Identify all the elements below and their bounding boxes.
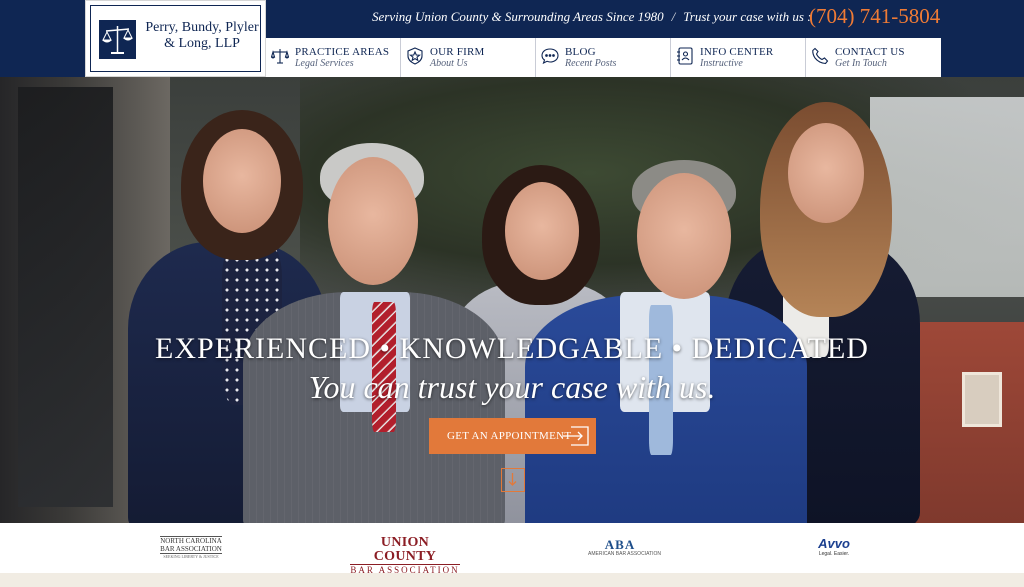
nav-item-title: OUR FIRM [430,46,485,58]
firm-name: Perry, Bundy, Plyler & Long, LLP [141,20,263,52]
ncba-motto: SEEKING LIBERTY & JUSTICE [163,554,219,559]
chat-bubble-icon [541,47,559,65]
nav-item-practice-areas[interactable]: PRACTICE AREAS Legal Services [266,38,401,77]
logo-frame: Perry, Bundy, Plyler & Long, LLP [90,5,261,72]
aba-mark: ABA [604,537,636,552]
get-appointment-button[interactable]: GET AN APPOINTMENT [429,418,596,454]
ncba-line2: BAR ASSOCIATION [160,545,222,554]
site-header: Perry, Bundy, Plyler & Long, LLP Serving… [0,0,1024,77]
firm-name-line1: Perry, Bundy, Plyler [145,20,259,35]
nav-item-title: INFO CENTER [700,46,774,58]
avvo-mark: Avvo [818,536,850,551]
nc-bar-association-logo[interactable]: NORTH CAROLINA BAR ASSOCIATION SEEKING L… [160,536,222,560]
firm-name-line2: & Long, LLP [164,36,240,51]
nav-item-title: PRACTICE AREAS [295,46,390,58]
tagline-text: Serving Union County & Surrounding Areas… [372,9,664,24]
nav-item-subtitle: Recent Posts [565,58,617,69]
nav-item-subtitle: Get In Touch [835,58,887,69]
scroll-down-button[interactable] [501,468,525,492]
contact-book-icon [676,47,694,65]
nav-item-subtitle: Instructive [700,58,743,69]
nav-item-contact-us[interactable]: CONTACT US Get In Touch [806,38,941,77]
nav-item-title: BLOG [565,46,596,58]
tagline-cta: Trust your case with us : [683,9,812,24]
hero-bg-window [18,87,113,507]
hero-headline: EXPERIENCED • KNOWLEDGABLE • DEDICATED [155,332,869,365]
phone-icon [811,47,829,65]
cta-label: GET AN APPOINTMENT [447,430,572,442]
affiliations-strip: NORTH CAROLINA BAR ASSOCIATION SEEKING L… [0,523,1024,575]
nav-item-blog[interactable]: BLOG Recent Posts [536,38,671,77]
nav-item-info-center[interactable]: INFO CENTER Instructive [671,38,806,77]
nav-item-our-firm[interactable]: OUR FIRM About Us [401,38,536,77]
firm-logo[interactable]: Perry, Bundy, Plyler & Long, LLP [85,0,266,77]
avvo-logo[interactable]: Avvo Legal. Easier. [812,537,856,558]
nav-item-subtitle: About Us [430,58,468,69]
main-nav: PRACTICE AREAS Legal Services OUR FIRM A… [266,38,941,77]
nav-item-subtitle: Legal Services [295,58,354,69]
scales-logo-icon [99,20,136,59]
union-county-bar-logo[interactable]: UNION COUNTY BAR ASSOCIATION [350,536,460,575]
arrow-down-icon [502,469,524,490]
page-bottom-band [0,573,1024,587]
ucba-line1: UNION COUNTY [373,535,437,564]
nav-item-title: CONTACT US [835,46,905,58]
badge-icon [406,47,424,65]
hero-subheadline: You can trust your case with us. [308,369,716,405]
avvo-tagline: Legal. Easier. [818,551,850,557]
scales-icon [271,47,289,65]
ncba-line1: NORTH CAROLINA [160,536,222,545]
arrow-right-icon [562,426,589,446]
hero-banner: EXPERIENCED • KNOWLEDGABLE • DEDICATED Y… [0,77,1024,523]
aba-name: AMERICAN BAR ASSOCIATION [588,551,661,557]
aba-logo[interactable]: ABA AMERICAN BAR ASSOCIATION [588,537,661,558]
tagline-separator: / [671,9,676,24]
phone-number-link[interactable]: (704) 741-5804 [809,4,940,28]
header-tagline: Serving Union County & Surrounding Areas… [372,9,811,25]
